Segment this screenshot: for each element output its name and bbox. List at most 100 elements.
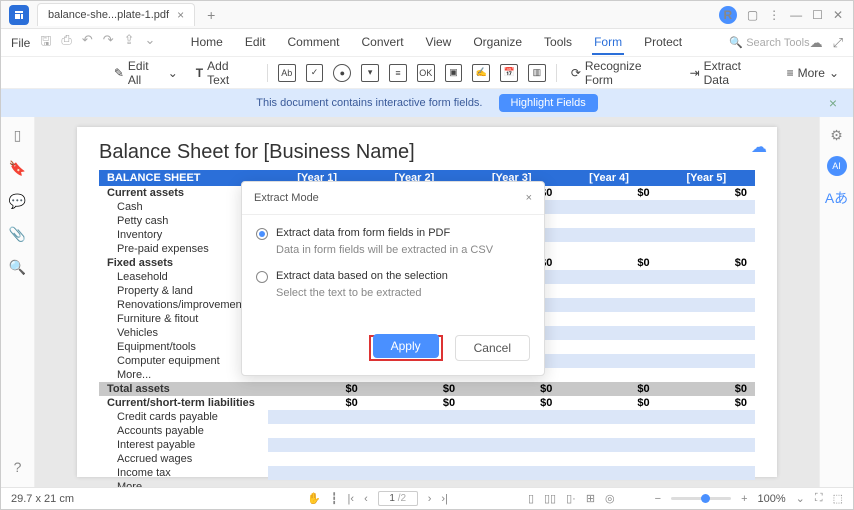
cell-value[interactable] bbox=[268, 466, 365, 480]
expand-icon[interactable]: ⤢ bbox=[833, 35, 843, 51]
new-tab-button[interactable]: + bbox=[207, 7, 215, 23]
next-page-icon[interactable]: › bbox=[428, 493, 432, 505]
cell-value[interactable] bbox=[463, 466, 560, 480]
chevron-down-icon[interactable]: ⌄ bbox=[145, 32, 156, 54]
cell-value[interactable] bbox=[366, 410, 463, 424]
barcode-field-icon[interactable]: ▥ bbox=[528, 64, 546, 82]
redo-icon[interactable]: ↷ bbox=[103, 32, 114, 54]
cell-value[interactable] bbox=[560, 466, 657, 480]
cell-value[interactable] bbox=[658, 480, 755, 487]
cell-value[interactable] bbox=[658, 200, 755, 214]
add-text-button[interactable]: T Add Text bbox=[192, 57, 257, 89]
cell-value[interactable] bbox=[658, 452, 755, 466]
combobox-icon[interactable]: ▾ bbox=[361, 64, 379, 82]
banner-close-icon[interactable]: × bbox=[829, 95, 837, 111]
menu-convert[interactable]: Convert bbox=[360, 31, 406, 55]
image-field-icon[interactable]: ▣ bbox=[445, 64, 463, 82]
cell-value[interactable] bbox=[658, 354, 755, 368]
cell-value[interactable] bbox=[658, 340, 755, 354]
cell-value[interactable] bbox=[560, 270, 657, 284]
attachments-icon[interactable]: 📎 bbox=[9, 226, 26, 243]
view-single-icon[interactable]: ▯ bbox=[528, 492, 534, 505]
cell-value[interactable] bbox=[463, 438, 560, 452]
cell-value[interactable] bbox=[560, 480, 657, 487]
cell-value[interactable] bbox=[560, 242, 657, 256]
cell-value[interactable] bbox=[366, 480, 463, 487]
prev-page-icon[interactable]: ‹ bbox=[364, 493, 368, 505]
zoom-level[interactable]: 100% bbox=[758, 493, 786, 505]
cell-value[interactable] bbox=[658, 424, 755, 438]
search-tools[interactable]: 🔍 Search Tools bbox=[729, 36, 809, 49]
radio-icon[interactable] bbox=[256, 228, 268, 240]
option-extract-selection[interactable]: Extract data based on the selection bbox=[256, 270, 530, 283]
textfield-icon[interactable]: Ab bbox=[278, 64, 296, 82]
menu-comment[interactable]: Comment bbox=[286, 31, 342, 55]
cell-value[interactable] bbox=[560, 424, 657, 438]
edit-all-button[interactable]: ✎ Edit All ⌄ bbox=[110, 57, 182, 89]
radio-icon[interactable]: ● bbox=[333, 64, 351, 82]
cell-value[interactable] bbox=[658, 228, 755, 242]
document-tab[interactable]: balance-she...plate-1.pdf × bbox=[37, 3, 195, 26]
cancel-button[interactable]: Cancel bbox=[455, 335, 530, 361]
cell-value[interactable] bbox=[560, 214, 657, 228]
option-extract-form-fields[interactable]: Extract data from form fields in PDF bbox=[256, 227, 530, 240]
cell-value[interactable] bbox=[560, 326, 657, 340]
cell-value[interactable] bbox=[366, 438, 463, 452]
cell-value[interactable] bbox=[560, 312, 657, 326]
ai-badge-icon[interactable]: AI bbox=[827, 156, 847, 176]
menu-edit[interactable]: Edit bbox=[243, 31, 268, 55]
date-field-icon[interactable]: 📅 bbox=[500, 64, 518, 82]
checkbox-icon[interactable]: ✓ bbox=[306, 64, 324, 82]
cell-value[interactable] bbox=[463, 452, 560, 466]
cell-value[interactable] bbox=[658, 298, 755, 312]
cloud-icon[interactable]: ☁ bbox=[810, 35, 823, 51]
cell-value[interactable] bbox=[560, 228, 657, 242]
page-input[interactable]: 1 /2 bbox=[378, 491, 418, 506]
avatar[interactable]: R bbox=[719, 6, 737, 24]
cell-value[interactable] bbox=[560, 354, 657, 368]
cell-value[interactable] bbox=[366, 466, 463, 480]
last-page-icon[interactable]: ›| bbox=[441, 493, 448, 505]
panel-icon[interactable]: ▢ bbox=[747, 8, 758, 22]
cell-value[interactable] bbox=[560, 438, 657, 452]
cell-value[interactable] bbox=[658, 368, 755, 382]
file-menu[interactable]: File bbox=[11, 36, 30, 50]
bookmarks-icon[interactable]: 🔖 bbox=[9, 160, 26, 177]
menu-organize[interactable]: Organize bbox=[471, 31, 524, 55]
comments-icon[interactable]: 💬 bbox=[9, 193, 26, 210]
cell-value[interactable] bbox=[463, 410, 560, 424]
cell-value[interactable] bbox=[658, 284, 755, 298]
cell-value[interactable] bbox=[560, 452, 657, 466]
extract-data-button[interactable]: ⇥ Extract Data bbox=[686, 57, 773, 89]
view-facing-icon[interactable]: ▯· bbox=[566, 492, 576, 505]
cloud-sync-icon[interactable]: ☁ bbox=[751, 137, 767, 157]
zoom-in-icon[interactable]: + bbox=[741, 493, 747, 505]
cell-value[interactable] bbox=[463, 480, 560, 487]
search-icon[interactable]: 🔍 bbox=[9, 259, 26, 276]
cell-value[interactable] bbox=[366, 452, 463, 466]
menu-form[interactable]: Form bbox=[592, 31, 624, 55]
cell-value[interactable] bbox=[560, 200, 657, 214]
highlight-fields-button[interactable]: Highlight Fields bbox=[499, 94, 598, 112]
cell-value[interactable] bbox=[560, 340, 657, 354]
read-mode-icon[interactable]: ◎ bbox=[605, 492, 615, 505]
radio-icon[interactable] bbox=[256, 271, 268, 283]
share-icon[interactable]: ⇪ bbox=[124, 32, 135, 54]
help-icon[interactable]: ? bbox=[14, 459, 22, 475]
undo-icon[interactable]: ↶ bbox=[82, 32, 93, 54]
signature-field-icon[interactable]: ✍ bbox=[472, 64, 490, 82]
cell-value[interactable] bbox=[463, 424, 560, 438]
cell-value[interactable] bbox=[268, 424, 365, 438]
chevron-down-icon[interactable]: ⌄ bbox=[796, 492, 805, 505]
hand-tool-icon[interactable]: ✋ bbox=[307, 492, 321, 505]
cell-value[interactable] bbox=[268, 438, 365, 452]
first-page-icon[interactable]: |‹ bbox=[348, 493, 355, 505]
zoom-out-icon[interactable]: − bbox=[655, 493, 661, 505]
zoom-slider[interactable] bbox=[671, 497, 731, 500]
cell-value[interactable] bbox=[560, 298, 657, 312]
cell-value[interactable] bbox=[366, 424, 463, 438]
cell-value[interactable] bbox=[658, 410, 755, 424]
close-button[interactable]: ✕ bbox=[833, 8, 843, 22]
cell-value[interactable] bbox=[268, 480, 365, 487]
apply-button[interactable]: Apply bbox=[373, 334, 439, 358]
